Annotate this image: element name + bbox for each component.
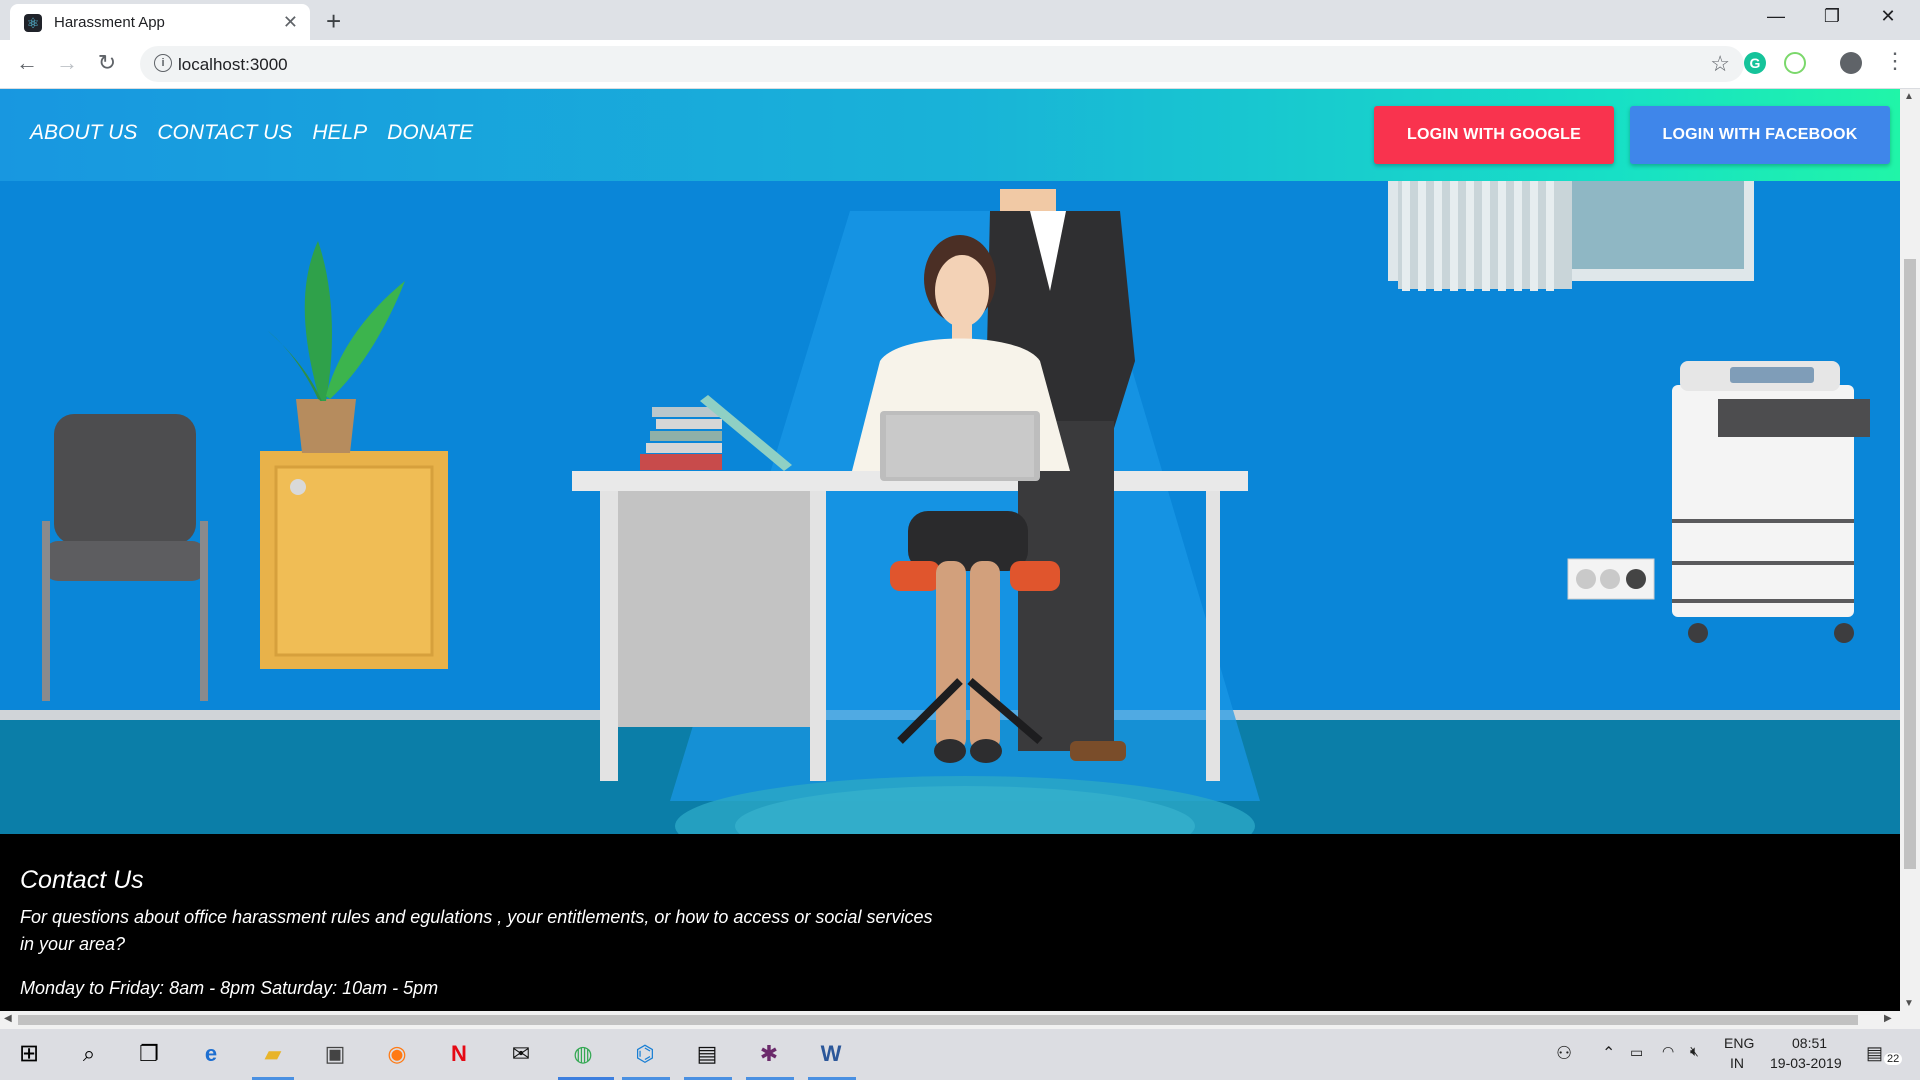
nav-link-help[interactable]: HELP	[312, 121, 367, 145]
browser-tab-strip: ⚛ Harassment App ✕ + — ❐ ✕	[0, 0, 1920, 40]
notification-icon[interactable]: ▤	[1866, 1043, 1883, 1064]
windows-taskbar: ⊞ ⌕ ❐ e ▰ ▣ ◉ N ✉ ◍ ⌬ ▤ ✱ W ⚇ ⌃ ▭ ◠ 🔇︎ E…	[0, 1029, 1920, 1080]
vscode-icon[interactable]: ⌬	[630, 1039, 660, 1069]
site-navbar: ABOUT US CONTACT US HELP DONATE LOGIN WI…	[0, 89, 1900, 181]
nav-link-about-us[interactable]: ABOUT US	[30, 121, 137, 145]
contact-title: Contact Us	[20, 866, 144, 894]
office-hours: Monday to Friday: 8am - 8pm Saturday: 10…	[20, 978, 439, 998]
url-text: localhost:3000	[178, 55, 288, 74]
close-window-icon[interactable]: ✕	[1868, 6, 1908, 27]
restore-icon[interactable]: ❐	[1812, 6, 1852, 27]
firefox-icon[interactable]: ◉	[382, 1039, 412, 1069]
forward-icon[interactable]: →	[52, 50, 82, 76]
scroll-right-arrow-icon[interactable]: ▶	[1884, 1013, 1892, 1024]
reload-icon[interactable]: ↻	[92, 50, 122, 76]
nav-link-contact-us[interactable]: CONTACT US	[157, 121, 292, 145]
slack-icon[interactable]: ✱	[754, 1039, 784, 1069]
language-bottom[interactable]: IN	[1730, 1055, 1744, 1071]
nav-links: ABOUT US CONTACT US HELP DONATE	[30, 121, 473, 145]
window-blinds	[1398, 181, 1572, 291]
netflix-icon[interactable]: N	[444, 1039, 474, 1069]
windows-start-icon[interactable]: ⊞	[14, 1039, 44, 1069]
minimize-icon[interactable]: —	[1756, 6, 1796, 27]
new-tab-icon[interactable]: +	[326, 6, 341, 37]
notification-count: 22	[1884, 1053, 1903, 1065]
horizontal-scroll-thumb[interactable]	[18, 1015, 1858, 1025]
login-facebook-button[interactable]: LOGIN WITH FACEBOOK	[1630, 106, 1890, 164]
file-explorer-icon[interactable]: ▰	[258, 1039, 288, 1069]
task-view-icon[interactable]: ❐	[134, 1039, 164, 1069]
browser-tab[interactable]: ⚛ Harassment App ✕	[10, 4, 310, 40]
login-google-button[interactable]: LOGIN WITH GOOGLE	[1374, 106, 1614, 164]
volume-muted-icon[interactable]: 🔇︎	[1690, 1043, 1699, 1060]
store-icon[interactable]: ▣	[320, 1039, 350, 1069]
scroll-down-arrow-icon[interactable]: ▼	[1904, 998, 1914, 1009]
horizontal-scrollbar[interactable]: ◀ ▶	[0, 1011, 1920, 1029]
browser-toolbar: ← → ↻ i localhost:3000 ☆	[0, 40, 1920, 89]
scroll-left-arrow-icon[interactable]: ◀	[4, 1013, 12, 1024]
grammarly-extension-icon[interactable]: G	[1744, 52, 1766, 74]
address-bar[interactable]: i localhost:3000 ☆	[140, 46, 1744, 82]
battery-icon[interactable]: ▭	[1630, 1044, 1643, 1061]
page-viewport: ABOUT US CONTACT US HELP DONATE LOGIN WI…	[0, 89, 1900, 1011]
close-tab-icon[interactable]: ✕	[283, 12, 298, 33]
edge-icon[interactable]: e	[196, 1039, 226, 1069]
nav-link-donate[interactable]: DONATE	[387, 121, 473, 145]
react-favicon-icon: ⚛	[24, 14, 42, 32]
terminal-icon[interactable]: ▤	[692, 1039, 722, 1069]
photocopier	[1672, 361, 1870, 643]
clock-time[interactable]: 08:51	[1792, 1035, 1827, 1051]
bookmark-star-icon[interactable]: ☆	[1710, 51, 1730, 77]
extension-icon[interactable]	[1784, 52, 1806, 74]
power-socket	[1567, 558, 1655, 600]
browser-menu-icon[interactable]: ⋮	[1884, 48, 1906, 74]
vertical-scroll-thumb[interactable]	[1904, 259, 1916, 869]
scroll-up-arrow-icon[interactable]: ▲	[1904, 91, 1914, 102]
tab-title: Harassment App	[54, 14, 165, 31]
mail-icon[interactable]: ✉	[506, 1039, 536, 1069]
word-icon[interactable]: W	[816, 1039, 846, 1069]
wifi-icon[interactable]: ◠	[1662, 1043, 1674, 1060]
back-icon[interactable]: ←	[12, 50, 42, 76]
vertical-scrollbar[interactable]: ▲ ▼	[1900, 89, 1920, 1011]
clock-date[interactable]: 19-03-2019	[1770, 1055, 1842, 1071]
contact-description: For questions about office harassment ru…	[20, 907, 933, 954]
search-icon[interactable]: ⌕	[74, 1039, 104, 1069]
contact-footer: Contact Us For questions about office ha…	[0, 834, 1900, 1011]
people-icon[interactable]: ⚇	[1556, 1043, 1572, 1064]
profile-avatar-icon[interactable]	[1840, 52, 1862, 74]
tray-chevron-icon[interactable]: ⌃	[1602, 1043, 1615, 1063]
hero-illustration	[0, 181, 1900, 893]
chrome-icon[interactable]: ◍	[568, 1039, 598, 1069]
language-top[interactable]: ENG	[1724, 1035, 1754, 1051]
site-info-icon[interactable]: i	[154, 54, 172, 72]
